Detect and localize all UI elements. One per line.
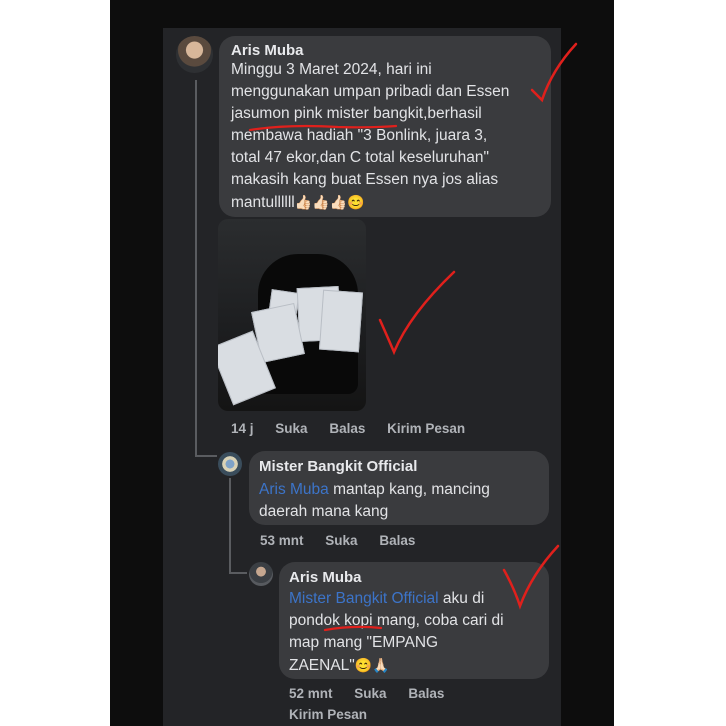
red-check-mark-icon (502, 544, 560, 610)
red-underline-annotation (323, 625, 383, 632)
send-message-button[interactable]: Kirim Pesan (289, 707, 367, 722)
timestamp: 52 mnt (289, 686, 333, 701)
avatar[interactable] (218, 452, 242, 476)
avatar[interactable] (176, 36, 213, 73)
like-button[interactable]: Suka (354, 686, 386, 701)
thumbs-up-emoji: 👍🏻👍🏻👍🏻😊 (294, 194, 365, 210)
timestamp: 14 j (231, 421, 254, 436)
comment-actions: 52 mnt Suka Balas (289, 686, 462, 701)
red-check-mark-icon (530, 42, 578, 103)
like-button[interactable]: Suka (275, 421, 307, 436)
thread-connector (229, 572, 247, 574)
send-message-button[interactable]: Kirim Pesan (387, 421, 465, 436)
red-underline-annotation (248, 124, 398, 132)
comment-text: Minggu 3 Maret 2024, hari ini menggunaka… (231, 61, 510, 211)
like-button[interactable]: Suka (325, 533, 357, 548)
comment-author[interactable]: Aris Muba (231, 42, 539, 59)
red-check-mark-icon (378, 270, 456, 356)
mention-link[interactable]: Mister Bangkit Official (289, 590, 439, 607)
reply-button[interactable]: Balas (329, 421, 365, 436)
avatar[interactable] (249, 562, 273, 586)
reply-button[interactable]: Balas (379, 533, 415, 548)
comment-bubble: Mister Bangkit Official Aris Muba mantap… (249, 451, 549, 525)
envelope (318, 289, 364, 353)
mention-link[interactable]: Aris Muba (259, 481, 329, 498)
comment-actions: 14 j Suka Balas Kirim Pesan (231, 421, 483, 436)
thread-connector (195, 455, 217, 457)
comment-text: Aris Muba mantap kang, mancing daerah ma… (259, 481, 490, 520)
thread-connector (195, 80, 197, 457)
smile-emoji: 😊🙏🏻 (354, 657, 390, 673)
timestamp: 53 mnt (260, 533, 304, 548)
thread-connector (229, 478, 231, 573)
comment-photo[interactable] (218, 219, 366, 411)
comment-actions: 53 mnt Suka Balas (260, 533, 433, 548)
comment-author[interactable]: Mister Bangkit Official (259, 458, 539, 475)
reply-button[interactable]: Balas (408, 686, 444, 701)
